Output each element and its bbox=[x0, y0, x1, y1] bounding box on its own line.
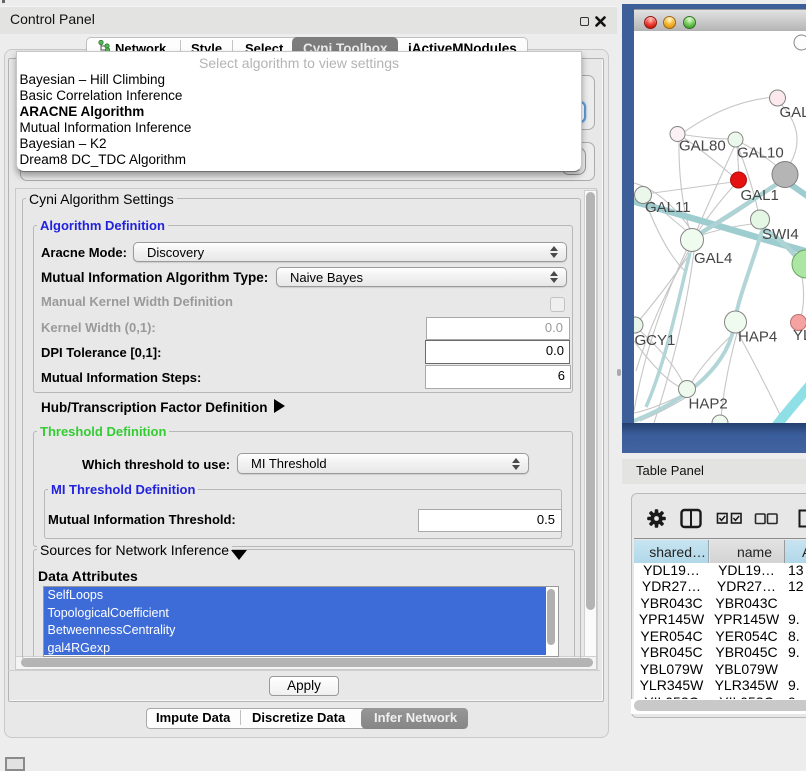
svg-text:GCY1: GCY1 bbox=[635, 332, 676, 349]
svg-text:HAP4: HAP4 bbox=[738, 329, 777, 346]
svg-text:GAL10: GAL10 bbox=[737, 145, 784, 162]
svg-text:GAL4: GAL4 bbox=[694, 250, 732, 267]
svg-text:HAP2: HAP2 bbox=[689, 396, 728, 413]
svg-text:GAL1: GAL1 bbox=[741, 187, 779, 204]
svg-text:SWI4: SWI4 bbox=[762, 226, 799, 243]
svg-text:GAL7: GAL7 bbox=[780, 104, 806, 121]
svg-text:GAL80: GAL80 bbox=[679, 138, 726, 155]
svg-text:GAL11: GAL11 bbox=[645, 199, 691, 216]
svg-text:YL: YL bbox=[793, 327, 806, 344]
